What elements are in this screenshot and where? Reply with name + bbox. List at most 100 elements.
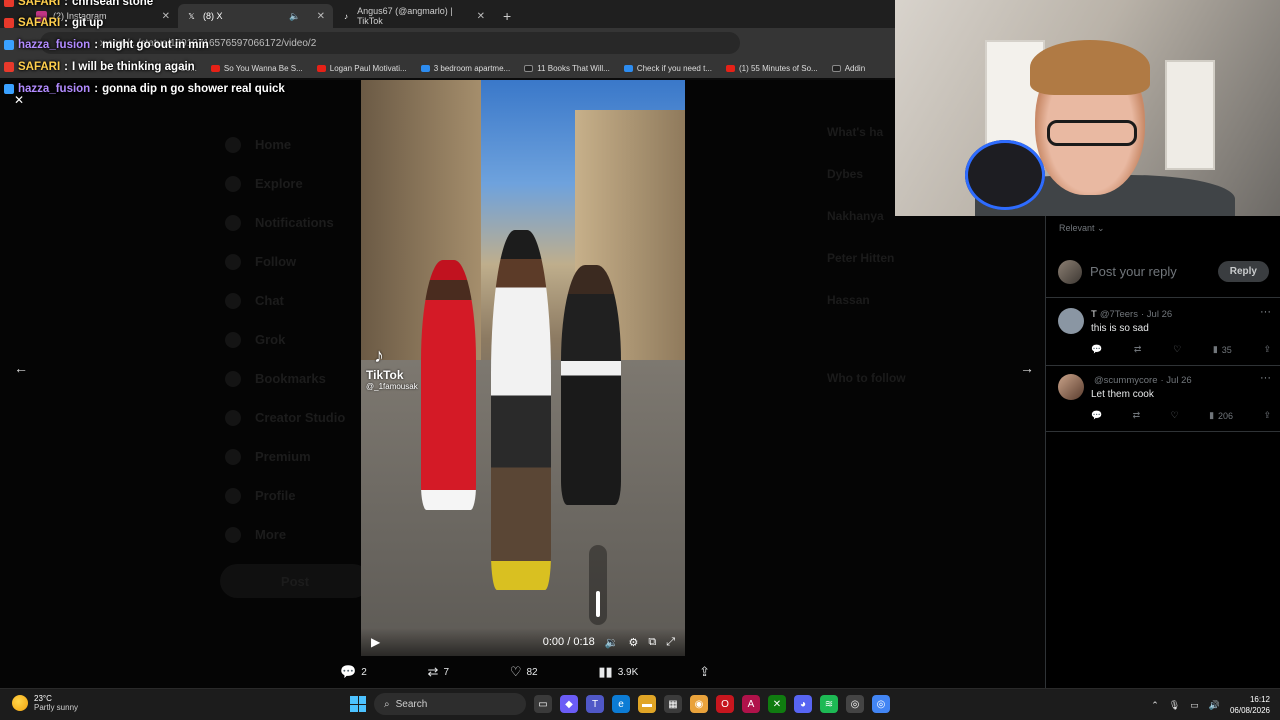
- adobe-icon[interactable]: A: [742, 695, 760, 713]
- badge-icon: [4, 0, 14, 7]
- discord-icon[interactable]: ◕: [794, 695, 812, 713]
- weather-widget[interactable]: 23°C Partly sunny: [12, 694, 78, 712]
- avatar: [1058, 374, 1084, 400]
- reply-icon[interactable]: 💬: [1091, 344, 1102, 355]
- teams-icon[interactable]: T: [586, 695, 604, 713]
- sidebar-nav-dimmed: Home Explore Notifications Follow Chat G…: [220, 125, 370, 598]
- clock[interactable]: 16:12 06/08/2026: [1230, 694, 1270, 716]
- speaker-icon[interactable]: 🔉: [605, 636, 619, 649]
- chat-text: I will be thinking again: [72, 61, 195, 73]
- share-icon[interactable]: ⇪: [1263, 344, 1271, 355]
- file-explorer-icon[interactable]: ▬: [638, 695, 656, 713]
- nav-label: Home: [255, 137, 292, 152]
- reply-item[interactable]: @scummycore · Jul 26 ··· Let them cook 💬 …: [1046, 366, 1280, 432]
- gear-icon[interactable]: ⚙: [628, 636, 638, 649]
- chrome-canary-icon[interactable]: ◉: [690, 695, 708, 713]
- nav-item-profile: Profile: [225, 476, 370, 515]
- views-action[interactable]: ▮▮ 3.9K: [598, 664, 638, 680]
- copilot-icon[interactable]: ◆: [560, 695, 578, 713]
- bookmark-item[interactable]: Addin: [831, 64, 865, 73]
- bookmark-item[interactable]: (1) 55 Minutes of So...: [725, 64, 818, 73]
- bookmark-item[interactable]: 3 bedroom apartme...: [420, 64, 510, 73]
- bookmark-item[interactable]: Check if you need t...: [623, 63, 712, 73]
- spotify-icon[interactable]: ≋: [820, 695, 838, 713]
- pip-icon[interactable]: ⧉: [648, 636, 656, 649]
- volume-slider[interactable]: [589, 545, 607, 625]
- xbox-icon[interactable]: ✕: [768, 695, 786, 713]
- more-icon[interactable]: ···: [1260, 372, 1271, 384]
- tiktok-icon: ♪: [374, 345, 384, 367]
- reply-handle: @scummycore: [1094, 375, 1158, 386]
- new-tab-button[interactable]: +: [493, 4, 521, 28]
- close-tab-icon[interactable]: ✕: [162, 11, 170, 22]
- share-icon: ⇪: [699, 664, 710, 679]
- repost-icon: ⇄: [427, 664, 439, 679]
- close-tab-icon[interactable]: ✕: [477, 11, 485, 22]
- windows-start-icon[interactable]: [350, 696, 366, 712]
- microphone-icon[interactable]: 🎙: [1169, 700, 1180, 711]
- tab-x[interactable]: 𝕏 (8) X 🔈 ✕: [178, 4, 333, 28]
- network-icon[interactable]: ▭: [1190, 700, 1199, 711]
- store-icon[interactable]: ▦: [664, 695, 682, 713]
- reply-action[interactable]: 💬 2: [340, 664, 367, 680]
- share-icon[interactable]: ⇪: [1263, 410, 1271, 421]
- task-view-icon[interactable]: ▭: [534, 695, 552, 713]
- repost-icon[interactable]: ⇄: [1134, 344, 1142, 355]
- chrome-icon[interactable]: ◎: [872, 695, 890, 713]
- views-action[interactable]: ▮ 206: [1209, 410, 1233, 421]
- chevron-up-icon[interactable]: ⌃: [1151, 700, 1159, 711]
- bookmark-label: 11 Books That Will...: [537, 63, 610, 73]
- bookmark-item[interactable]: So You Wanna Be S...: [210, 64, 303, 73]
- shelf: [1165, 60, 1215, 170]
- search-icon: ⌕: [384, 698, 390, 710]
- taskbar-search[interactable]: ⌕ Search: [374, 693, 526, 715]
- heart-icon[interactable]: ♡: [1171, 410, 1179, 421]
- post-actions: 💬 2 ⇄ 7 ♡ 82 ▮▮ 3.9K ⇪: [340, 662, 710, 682]
- more-icon[interactable]: ···: [1260, 306, 1271, 318]
- chat-message: hazza_fusion: gonna dip n go shower real…: [4, 83, 285, 95]
- extension-icon: [831, 64, 841, 72]
- share-action[interactable]: ⇪: [699, 664, 710, 680]
- repost-action[interactable]: ⇄ 7: [428, 664, 449, 680]
- watermark-handle: @_1famousak: [366, 382, 418, 391]
- next-arrow-icon[interactable]: →: [1020, 360, 1034, 376]
- avatar: [1058, 259, 1082, 284]
- play-icon[interactable]: ▶: [371, 635, 380, 649]
- video-player[interactable]: ♪ TikTok @_1famousak: [361, 80, 685, 656]
- bookmark-item[interactable]: Logan Paul Motivati...: [316, 64, 407, 73]
- nav-item-creator-studio: Creator Studio: [225, 398, 370, 437]
- views-icon: ▮: [1212, 344, 1218, 354]
- bookmark-label: Check if you need t...: [636, 63, 712, 73]
- heart-icon[interactable]: ♡: [1173, 344, 1181, 355]
- chat-text: git up: [72, 17, 104, 29]
- tab-label: Angus67 (@angmarlo) | TikTok: [357, 6, 453, 26]
- opera-icon[interactable]: O: [716, 695, 734, 713]
- speaker-icon[interactable]: 🔈: [289, 11, 300, 22]
- obs-icon[interactable]: ◎: [846, 695, 864, 713]
- chat-text: chrisean stone: [72, 0, 154, 8]
- close-icon[interactable]: ✕: [14, 93, 24, 107]
- views-action[interactable]: ▮ 35: [1213, 344, 1232, 355]
- reply-handle: @7Teers: [1099, 309, 1138, 320]
- close-tab-icon[interactable]: ✕: [317, 11, 325, 22]
- reply-item[interactable]: T @7Teers · Jul 26 ··· this is so sad 💬 ⇄ …: [1046, 300, 1280, 366]
- repost-icon[interactable]: ⇄: [1133, 410, 1141, 421]
- like-action[interactable]: ♡ 82: [510, 664, 538, 680]
- tab-tiktok[interactable]: ♪ Angus67 (@angmarlo) | TikTok ✕: [333, 4, 493, 28]
- reply-button[interactable]: Reply: [1217, 261, 1269, 282]
- sort-dropdown[interactable]: Relevant ⌄: [1059, 223, 1105, 234]
- volume-icon[interactable]: 🔊: [1209, 700, 1220, 711]
- reply-icon[interactable]: 💬: [1091, 410, 1102, 421]
- trend-item: Peter Hitten: [827, 251, 895, 265]
- video-time: 0:00 / 0:18: [542, 636, 595, 648]
- nav-item-explore: Explore: [225, 164, 370, 203]
- nav-item-grok: Grok: [225, 320, 370, 359]
- edge-icon[interactable]: e: [612, 695, 630, 713]
- bookmark-item[interactable]: 11 Books That Will...: [524, 64, 610, 73]
- fullscreen-icon[interactable]: ⤢: [666, 636, 675, 649]
- tiktok-icon: ♪: [344, 11, 349, 21]
- reply-input[interactable]: Post your reply: [1090, 264, 1210, 279]
- gov-icon: [623, 64, 633, 72]
- previous-arrow-icon[interactable]: ←: [14, 360, 28, 376]
- post-label: Post: [280, 573, 310, 589]
